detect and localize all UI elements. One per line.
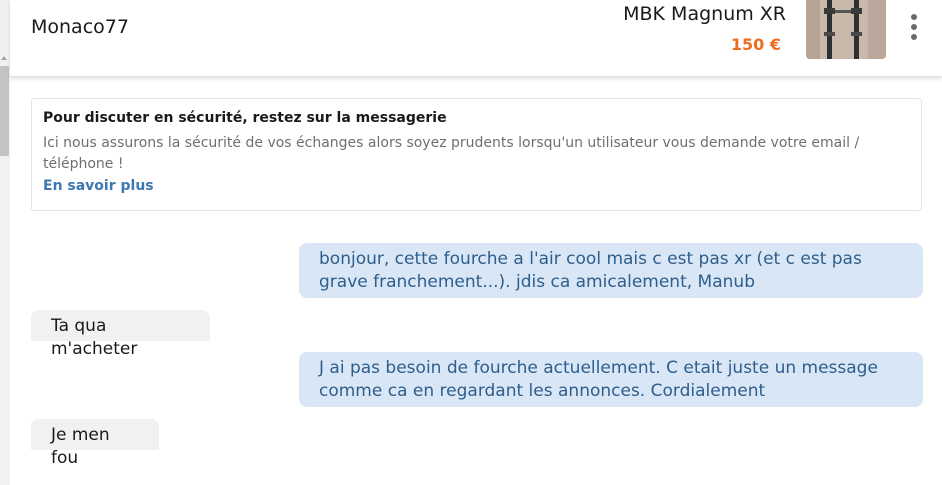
listing-price: 150 € [730, 35, 781, 54]
notice-title: Pour discuter en sécurité, restez sur la… [43, 110, 447, 126]
message-outgoing[interactable]: J ai pas besoin de fourche actuellement.… [299, 352, 923, 407]
bike-fork-photo-icon [806, 0, 886, 59]
message-outgoing[interactable]: bonjour, cette fourche a l'air cool mais… [299, 243, 923, 298]
conversation-header: Monaco77 MBK Magnum XR 150 € [10, 0, 942, 77]
scroll-up-arrow-icon[interactable] [1, 56, 7, 60]
scrollbar-track[interactable] [0, 0, 10, 485]
message-incoming[interactable]: Ta qua m'acheter [31, 310, 210, 359]
contact-username[interactable]: Monaco77 [31, 16, 129, 38]
listing-title[interactable]: MBK Magnum XR [623, 3, 786, 25]
listing-thumbnail[interactable] [806, 0, 886, 59]
more-vertical-icon[interactable] [908, 14, 920, 42]
message-incoming[interactable]: Je men fou [31, 419, 159, 468]
safety-notice: Pour discuter en sécurité, restez sur la… [31, 98, 922, 211]
notice-body: Ici nous assurons la sécurité de vos éch… [43, 135, 860, 172]
scrollbar-thumb[interactable] [0, 66, 9, 156]
learn-more-link[interactable]: En savoir plus [43, 178, 154, 194]
